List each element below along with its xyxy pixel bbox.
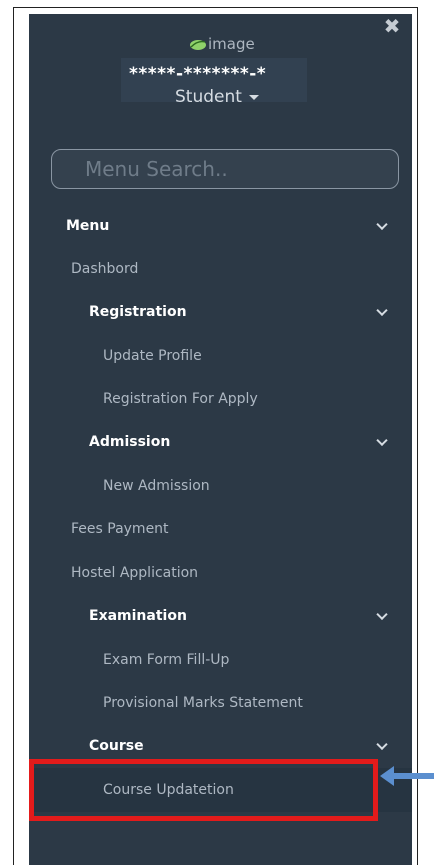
sidebar-item-menu[interactable]: Menu [29, 204, 412, 248]
sidebar-item-label: Registration [89, 304, 187, 320]
sidebar-item-label: Registration For Apply [103, 391, 258, 407]
role-label: Student [175, 87, 242, 107]
sidebar-item-label: Fees Payment [71, 521, 169, 537]
sidebar-item-label: New Admission [103, 478, 210, 494]
chevron-down-icon [376, 608, 388, 621]
sidebar-item-new-admission[interactable]: New Admission [29, 464, 412, 508]
chevron-down-icon [376, 304, 388, 317]
chevron-down-icon [376, 218, 388, 231]
sidebar-item-examination[interactable]: Examination [29, 594, 412, 638]
role-dropdown[interactable]: Student [175, 87, 259, 107]
highlight-box [29, 759, 378, 821]
chevron-down-icon [376, 434, 388, 447]
sidebar-item-label: Admission [89, 434, 171, 450]
sidebar-item-registration-for-apply[interactable]: Registration For Apply [29, 377, 412, 421]
avatar: image [189, 35, 255, 53]
sidebar: ✖ image *****-*******-* Student Menu Dash… [29, 14, 412, 865]
sidebar-item-label: Course [89, 738, 144, 754]
user-name: *****-*******-* [129, 64, 267, 84]
sidebar-item-label: Hostel Application [71, 565, 199, 581]
sidebar-item-label: Examination [89, 608, 187, 624]
sidebar-item-label: Provisional Marks Statement [103, 695, 303, 711]
sidebar-item-dashbord[interactable]: Dashbord [29, 247, 412, 291]
sidebar-item-fees-payment[interactable]: Fees Payment [29, 507, 412, 551]
sidebar-item-label: Update Profile [103, 348, 202, 364]
sidebar-item-label: Menu [66, 218, 110, 234]
sidebar-item-label: Exam Form Fill-Up [103, 652, 230, 668]
sidebar-item-exam-form-fill-up[interactable]: Exam Form Fill-Up [29, 638, 412, 682]
sidebar-item-registration[interactable]: Registration [29, 290, 412, 334]
sidebar-item-update-profile[interactable]: Update Profile [29, 334, 412, 378]
close-icon[interactable]: ✖ [382, 16, 402, 36]
sidebar-item-hostel-application[interactable]: Hostel Application [29, 551, 412, 595]
arrow-left-icon [380, 766, 434, 786]
menu-search-input[interactable] [51, 149, 399, 189]
avatar-alt-text: image [208, 35, 255, 53]
sidebar-item-provisional-marks-statement[interactable]: Provisional Marks Statement [29, 681, 412, 725]
sidebar-item-label: Dashbord [71, 261, 139, 277]
caret-down-icon [248, 94, 259, 100]
leaf-image-icon [190, 40, 206, 50]
sidebar-item-admission[interactable]: Admission [29, 420, 412, 464]
chevron-down-icon [376, 738, 388, 751]
